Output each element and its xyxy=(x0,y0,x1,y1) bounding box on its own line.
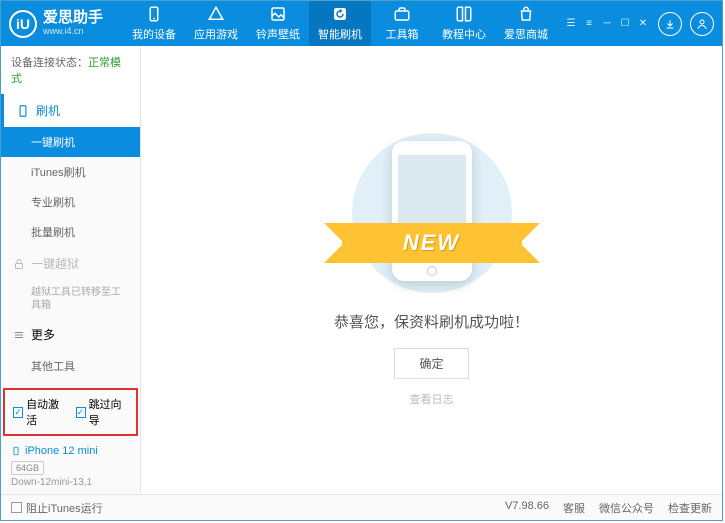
device-model: Down-12mini-13,1 xyxy=(11,477,130,488)
nav-my-device[interactable]: 我的设备 xyxy=(123,1,185,46)
connection-status: 设备连接状态：正常模式 xyxy=(1,46,140,94)
auto-activate-checkbox[interactable]: ✓自动激活 xyxy=(13,396,66,428)
user-button[interactable] xyxy=(690,12,714,36)
maximize-icon[interactable]: ☐ xyxy=(618,17,632,31)
sidebar-item-firmware[interactable]: 下载固件 xyxy=(1,381,140,386)
phone-icon xyxy=(16,104,30,118)
options-panel: ✓自动激活 ✓跳过向导 xyxy=(3,388,138,436)
brand-name: 爱思助手 xyxy=(43,10,103,27)
sidebar-item-other[interactable]: 其他工具 xyxy=(1,351,140,381)
nav-ringtone[interactable]: 铃声壁纸 xyxy=(247,1,309,46)
footer: 阻止iTunes运行 V7.98.66 客服 微信公众号 检查更新 xyxy=(1,494,722,520)
brand: iU 爱思助手 www.i4.cn xyxy=(9,10,103,38)
ribbon-text: NEW xyxy=(403,230,460,256)
device-name[interactable]: iPhone 12 mini xyxy=(11,444,130,458)
refresh-icon xyxy=(331,5,349,23)
sidebar: 设备连接状态：正常模式 刷机 一键刷机 iTunes刷机 专业刷机 批量刷机 一… xyxy=(1,46,141,494)
store-icon xyxy=(517,5,535,23)
support-link[interactable]: 客服 xyxy=(563,500,585,516)
toolbox-icon xyxy=(393,5,411,23)
wallpaper-icon xyxy=(269,5,287,23)
main-content: NEW 恭喜您，保资料刷机成功啦！ 确定 查看日志 xyxy=(141,46,722,494)
sidebar-item-itunes[interactable]: iTunes刷机 xyxy=(1,157,140,187)
sidebar-section-more[interactable]: 更多 xyxy=(1,318,140,351)
user-icon xyxy=(696,18,708,30)
lock-icon xyxy=(13,258,25,270)
success-illustration: NEW xyxy=(352,133,512,293)
brand-url: www.i4.cn xyxy=(43,27,103,37)
version-label: V7.98.66 xyxy=(505,500,549,516)
close-icon[interactable]: ✕ xyxy=(636,17,650,31)
success-message: 恭喜您，保资料刷机成功啦！ xyxy=(334,311,529,332)
settings-icon[interactable]: ≡ xyxy=(582,17,596,31)
download-button[interactable] xyxy=(658,12,682,36)
apps-icon xyxy=(207,5,225,23)
menu-icon[interactable]: ☰ xyxy=(564,17,578,31)
nav-store[interactable]: 爱思商城 xyxy=(495,1,557,46)
title-bar: iU 爱思助手 www.i4.cn 我的设备 应用游戏 铃声壁纸 智能刷机 工具… xyxy=(1,1,722,46)
logo-icon: iU xyxy=(9,10,37,38)
sidebar-section-flash[interactable]: 刷机 xyxy=(1,94,140,127)
nav-toolbox[interactable]: 工具箱 xyxy=(371,1,433,46)
nav-tutorial[interactable]: 教程中心 xyxy=(433,1,495,46)
storage-badge: 64GB xyxy=(11,461,44,475)
phone-icon xyxy=(11,444,21,458)
sidebar-item-oneclick[interactable]: 一键刷机 xyxy=(1,127,140,157)
nav-flash[interactable]: 智能刷机 xyxy=(309,1,371,46)
jailbreak-note: 越狱工具已转移至工具箱 xyxy=(1,280,140,318)
ok-button[interactable]: 确定 xyxy=(394,348,468,379)
nav-apps[interactable]: 应用游戏 xyxy=(185,1,247,46)
wechat-link[interactable]: 微信公众号 xyxy=(599,500,654,516)
phone-icon xyxy=(145,5,163,23)
skip-guide-checkbox[interactable]: ✓跳过向导 xyxy=(76,396,129,428)
sidebar-section-jailbreak[interactable]: 一键越狱 xyxy=(1,247,140,280)
block-itunes-checkbox[interactable]: 阻止iTunes运行 xyxy=(11,500,103,516)
sidebar-item-batch[interactable]: 批量刷机 xyxy=(1,217,140,247)
device-info: iPhone 12 mini 64GB Down-12mini-13,1 xyxy=(1,438,140,494)
view-log-link[interactable]: 查看日志 xyxy=(410,391,454,407)
update-link[interactable]: 检查更新 xyxy=(668,500,712,516)
book-icon xyxy=(455,5,473,23)
main-nav: 我的设备 应用游戏 铃声壁纸 智能刷机 工具箱 教程中心 爱思商城 xyxy=(123,1,557,46)
menu-icon xyxy=(13,329,25,341)
download-icon xyxy=(664,18,676,30)
minimize-icon[interactable]: ─ xyxy=(600,17,614,31)
sidebar-item-pro[interactable]: 专业刷机 xyxy=(1,187,140,217)
